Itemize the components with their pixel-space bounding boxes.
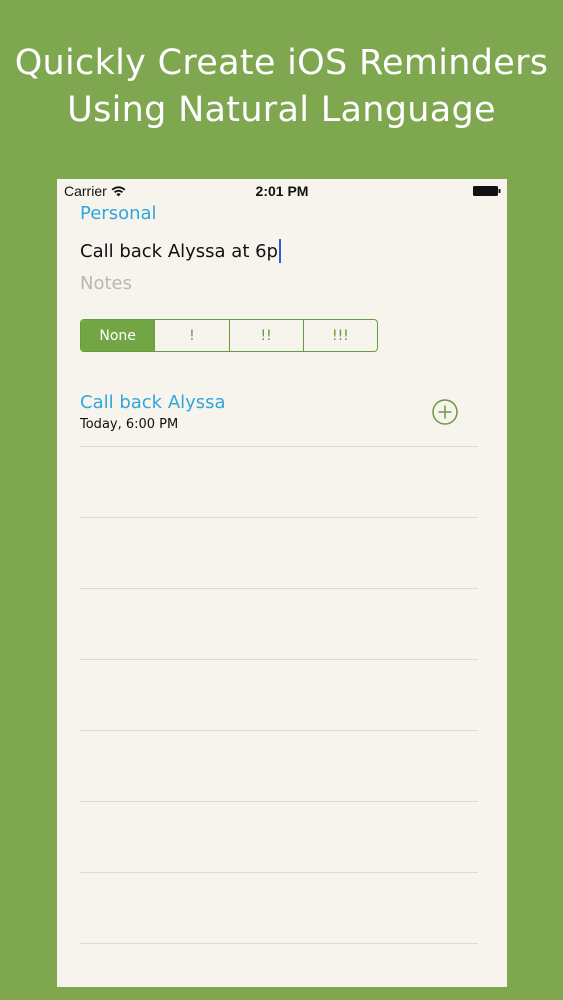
list-name-personal[interactable]: Personal: [80, 203, 157, 224]
reminder-text-field[interactable]: Call back Alyssa at 6p: [80, 239, 281, 263]
status-time: 2:01 PM: [255, 183, 309, 199]
ruled-line: [80, 517, 478, 518]
reminder-text-value: Call back Alyssa at 6p: [80, 240, 278, 262]
status-bar: Carrier 2:01 PM: [57, 179, 507, 201]
phone-screen: Carrier 2:01 PM Personal Call back Alyss…: [57, 179, 507, 987]
ruled-line: [80, 588, 478, 589]
ruled-line: [80, 659, 478, 660]
ruled-line: [80, 872, 478, 873]
priority-low-segment[interactable]: !: [154, 320, 228, 351]
priority-segmented-control: None ! !! !!!: [80, 319, 378, 352]
text-caret: [278, 239, 281, 263]
ruled-line: [80, 943, 478, 944]
suggestion-title[interactable]: Call back Alyssa: [80, 392, 226, 413]
ruled-line: [80, 801, 478, 802]
suggestion-due-time: Today, 6:00 PM: [80, 417, 179, 432]
battery-icon: [473, 186, 501, 196]
headline: Quickly Create iOS Reminders Using Natur…: [0, 40, 563, 134]
ruled-line: [80, 446, 478, 447]
ruled-line: [80, 730, 478, 731]
priority-none-segment[interactable]: None: [81, 320, 155, 351]
notes-field[interactable]: Notes: [80, 273, 132, 294]
headline-line-2: Using Natural Language: [67, 90, 496, 130]
plus-circle-icon[interactable]: [432, 399, 458, 425]
priority-medium-segment[interactable]: !!: [228, 320, 303, 351]
priority-high-segment[interactable]: !!!: [302, 320, 377, 351]
headline-line-1: Quickly Create iOS Reminders: [14, 43, 549, 83]
